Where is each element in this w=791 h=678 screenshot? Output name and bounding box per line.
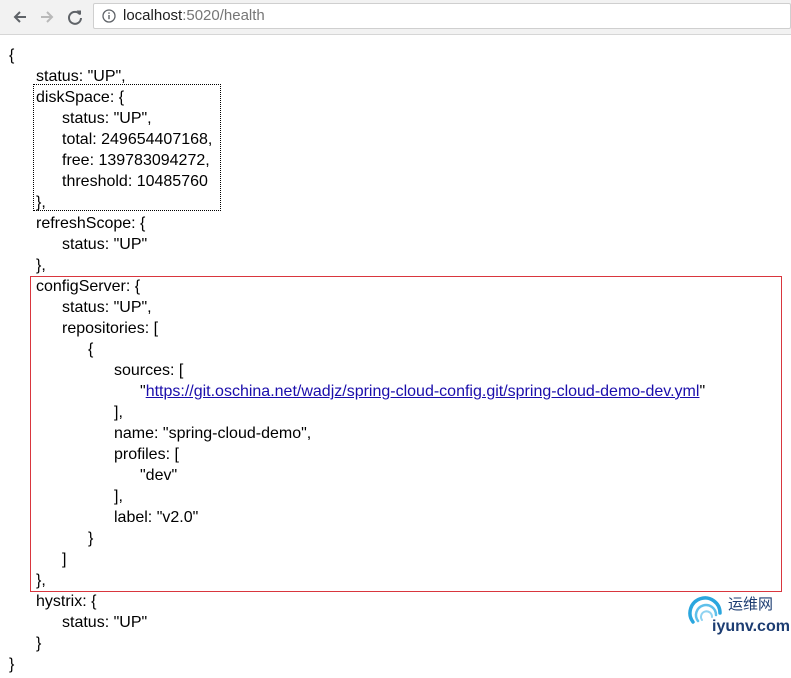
json-line: ], (114, 488, 123, 505)
url-path: :5020/health (182, 7, 265, 24)
reload-button[interactable] (63, 5, 87, 29)
json-line: configServer: { (36, 278, 141, 295)
json-line: hystrix: { (36, 593, 97, 610)
back-button[interactable] (8, 5, 32, 29)
source-url-link[interactable]: https://git.oschina.net/wadjz/spring-clo… (146, 383, 700, 400)
json-line: status: "UP", (62, 110, 152, 127)
browser-toolbar: localhost:5020/health (0, 0, 791, 35)
json-line: free: 139783094272, (62, 152, 210, 169)
json-line: status: "UP" (62, 614, 148, 631)
forward-button[interactable] (35, 5, 59, 29)
json-line: }, (36, 572, 46, 589)
quote-close: " (699, 383, 706, 400)
url-host: localhost (123, 7, 183, 24)
json-line: profiles: [ (114, 446, 179, 463)
url-text: localhost:5020/health (123, 7, 265, 25)
json-line: "dev" (140, 467, 178, 484)
json-line: } (88, 530, 94, 547)
json-line: diskSpace: { (36, 89, 125, 106)
json-line: } (36, 635, 42, 652)
json-line: threshold: 10485760 (62, 173, 208, 190)
forward-arrow-icon (41, 11, 54, 23)
json-line: total: 249654407168, (62, 131, 213, 148)
json-line: } (9, 656, 15, 673)
watermark-chinese-text: 运维网 (728, 595, 774, 613)
json-line-source-url: "https://git.oschina.net/wadjz/spring-cl… (140, 381, 705, 402)
address-bar[interactable]: localhost:5020/health (93, 3, 791, 29)
json-line: label: "v2.0" (114, 509, 199, 526)
json-line: status: "UP", (62, 299, 152, 316)
json-line: }, (36, 194, 46, 211)
json-line: status: "UP" (62, 236, 148, 253)
json-line: }, (36, 257, 46, 274)
json-line: refreshScope: { (36, 215, 146, 232)
json-line: ] (62, 551, 67, 568)
site-watermark: 运维网 iyunv.com (683, 593, 791, 643)
json-line: repositories: [ (62, 320, 159, 337)
json-line: sources: [ (114, 362, 184, 379)
watermark-domain-text: iyunv.com (712, 618, 790, 635)
json-line: { (9, 47, 15, 64)
json-line: ], (114, 404, 123, 421)
json-line: { (88, 341, 94, 358)
json-response-view: { status: "UP", diskSpace: { status: "UP… (0, 35, 791, 678)
json-line: name: "spring-cloud-demo", (114, 425, 312, 442)
info-icon[interactable] (102, 9, 116, 23)
json-line: status: "UP", (36, 68, 126, 85)
reload-icon (68, 10, 82, 25)
back-arrow-icon (13, 11, 26, 23)
